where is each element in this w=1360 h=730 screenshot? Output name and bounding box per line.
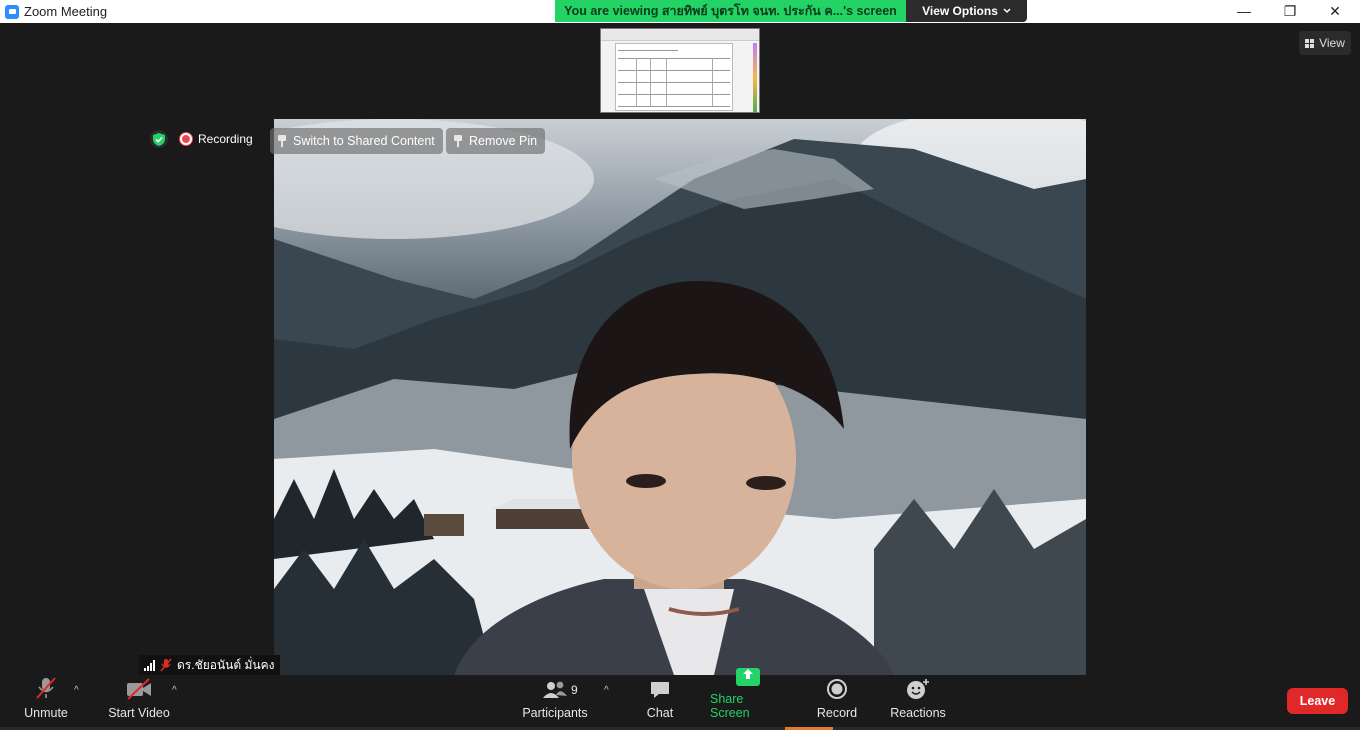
chat-label: Chat: [646, 706, 674, 720]
video-options-caret-icon[interactable]: ^: [172, 685, 177, 696]
share-screen-button[interactable]: Share Screen: [710, 668, 786, 727]
switch-label: Switch to Shared Content: [293, 134, 435, 148]
share-screen-icon: [736, 668, 760, 686]
video-off-icon: [127, 678, 151, 700]
recording-dot-icon: [180, 133, 192, 145]
record-icon: [827, 679, 847, 699]
chevron-down-icon: [1003, 8, 1011, 14]
participant-name-tag: ดร.ชัยอนันต์ มั่นคง: [139, 655, 280, 675]
pin-icon: [278, 135, 286, 147]
video-background-scene: [274, 119, 1086, 675]
chat-button[interactable]: Chat: [640, 675, 680, 727]
audio-options-caret-icon[interactable]: ^: [74, 685, 79, 696]
reactions-button[interactable]: Reactions: [888, 675, 948, 727]
chat-bubble-icon: [651, 682, 669, 698]
recording-indicator[interactable]: Recording: [180, 128, 253, 150]
thumbnail-toolbar: [601, 29, 759, 41]
remove-pin-button[interactable]: Remove Pin: [446, 128, 546, 154]
close-button[interactable]: ✕: [1312, 0, 1358, 22]
participants-button[interactable]: Participants: [520, 675, 590, 727]
security-shield-icon[interactable]: [150, 130, 168, 148]
reactions-label: Reactions: [890, 706, 946, 720]
participants-label: Participants: [522, 706, 588, 720]
signal-strength-icon: [144, 659, 155, 671]
thumbnail-sidebar: [753, 43, 757, 112]
switch-to-shared-content-button[interactable]: Switch to Shared Content: [270, 128, 443, 154]
participants-count: 9: [571, 683, 578, 697]
participants-options-caret-icon[interactable]: ^: [604, 685, 609, 696]
viewing-screen-banner: You are viewing สายทิพย์ บุตรโท จนท. ประ…: [555, 0, 906, 22]
start-video-label: Start Video: [108, 706, 170, 720]
zoom-logo-icon: [5, 4, 19, 19]
minimize-button[interactable]: —: [1221, 0, 1267, 22]
unmute-button[interactable]: Unmute: [18, 675, 74, 727]
view-label: View: [1319, 36, 1345, 50]
view-options-button[interactable]: View Options: [906, 0, 1027, 22]
leave-button[interactable]: Leave: [1287, 688, 1348, 714]
shield-check-icon: [153, 132, 165, 146]
restore-button[interactable]: ❐: [1267, 0, 1313, 22]
window-title: Zoom Meeting: [24, 4, 108, 19]
share-screen-label: Share Screen: [710, 692, 750, 720]
view-options-label: View Options: [922, 4, 998, 18]
muted-mic-icon: [160, 658, 172, 672]
recording-label: Recording: [198, 132, 253, 146]
smiley-add-icon: [907, 679, 929, 699]
record-label: Record: [816, 706, 858, 720]
unmute-label: Unmute: [24, 706, 68, 720]
remove-pin-label: Remove Pin: [469, 134, 538, 148]
meeting-controls-toolbar: Unmute ^ Start Video ^ Participants 9 ^ …: [0, 668, 1360, 730]
start-video-button[interactable]: Start Video: [105, 675, 173, 727]
pin-icon: [454, 135, 462, 147]
grid-icon: [1305, 38, 1315, 48]
participant-name: ดร.ชัยอนันต์ มั่นคง: [177, 657, 275, 672]
shared-content-thumbnail[interactable]: [600, 28, 760, 113]
participants-icon: [543, 681, 567, 698]
record-button[interactable]: Record: [814, 675, 860, 727]
view-layout-button[interactable]: View: [1299, 31, 1351, 55]
thumbnail-document: [615, 43, 733, 111]
muted-mic-icon: [36, 677, 56, 699]
participant-video: [274, 119, 1086, 675]
